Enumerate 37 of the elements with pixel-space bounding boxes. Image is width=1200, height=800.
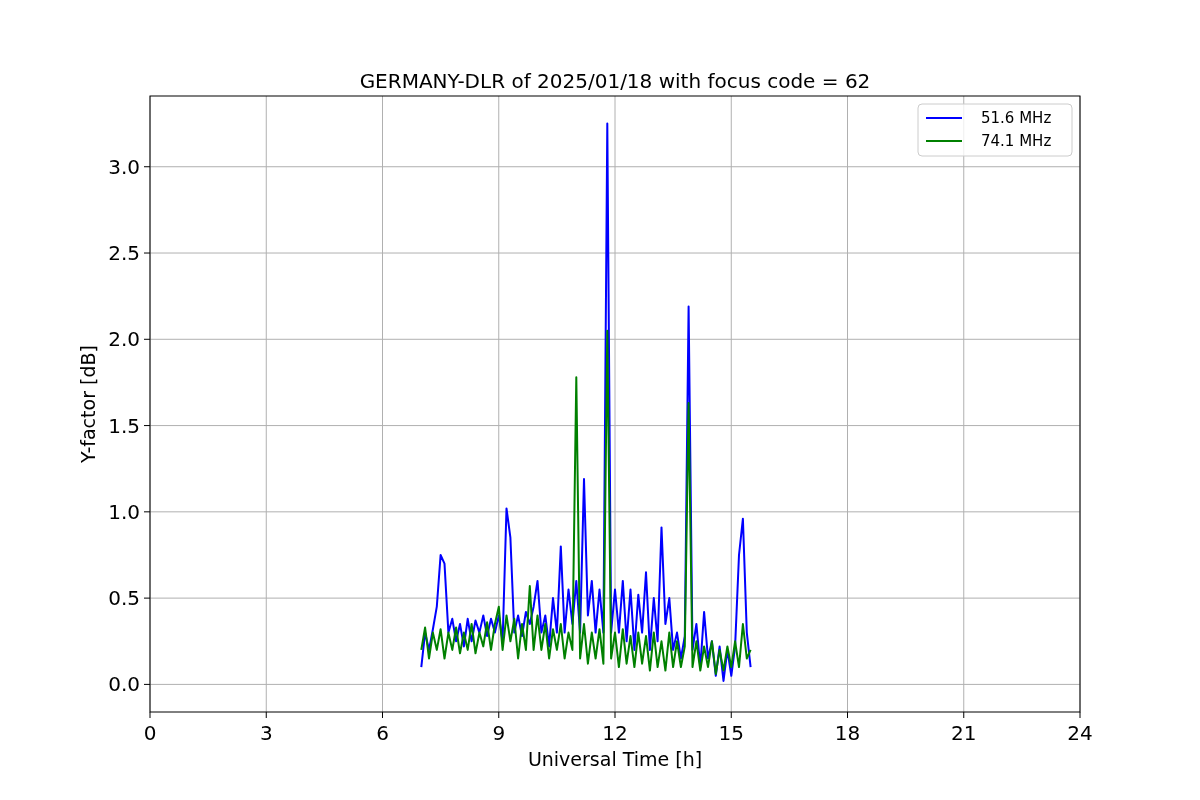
x-tick-label: 0 [143, 721, 157, 745]
y-axis-label: Y-factor [dB] [77, 345, 99, 463]
tick-mark [847, 711, 848, 719]
chart-title: GERMANY-DLR of 2025/01/18 with focus code = 62 [359, 69, 871, 93]
tick-mark [382, 711, 383, 719]
tick-mark [614, 711, 616, 719]
legend-label: 74.1 MHz [981, 132, 1052, 150]
x-tick-label: 3 [259, 721, 273, 745]
tick-mark [143, 683, 151, 685]
tick-mark [143, 338, 151, 340]
y-tick-label: 0.0 [108, 672, 140, 697]
x-tick-label: 9 [492, 721, 506, 745]
y-tick-label: 2.0 [108, 327, 140, 352]
y-tick-label: 1.0 [108, 499, 140, 524]
x-tick-label: 6 [376, 721, 389, 745]
y-tick-label: 2.5 [108, 241, 140, 265]
x-tick-label: 24 [1067, 721, 1093, 745]
x-tick-label: 21 [951, 721, 977, 745]
tick-mark [265, 711, 267, 719]
tick-mark [498, 711, 500, 719]
x-tick-label: 12 [602, 721, 628, 745]
tick-mark [149, 711, 151, 719]
tick-mark [1079, 711, 1081, 719]
x-tick-label: 15 [718, 721, 744, 745]
x-tick-label: 18 [834, 721, 861, 745]
tick-mark [143, 425, 151, 427]
tick-mark [143, 166, 151, 168]
tick-mark [963, 711, 965, 719]
y-tick-label: 3.0 [108, 154, 140, 179]
y-tick-label: 1.5 [108, 413, 140, 438]
tick-mark [143, 511, 151, 513]
y-tick-label: 0.5 [108, 586, 140, 611]
tick-mark [143, 252, 151, 254]
tick-mark [143, 597, 151, 599]
tick-mark [730, 711, 732, 719]
legend-label: 51.6 MHz [981, 109, 1052, 127]
x-axis-label: Universal Time [h] [527, 748, 703, 770]
